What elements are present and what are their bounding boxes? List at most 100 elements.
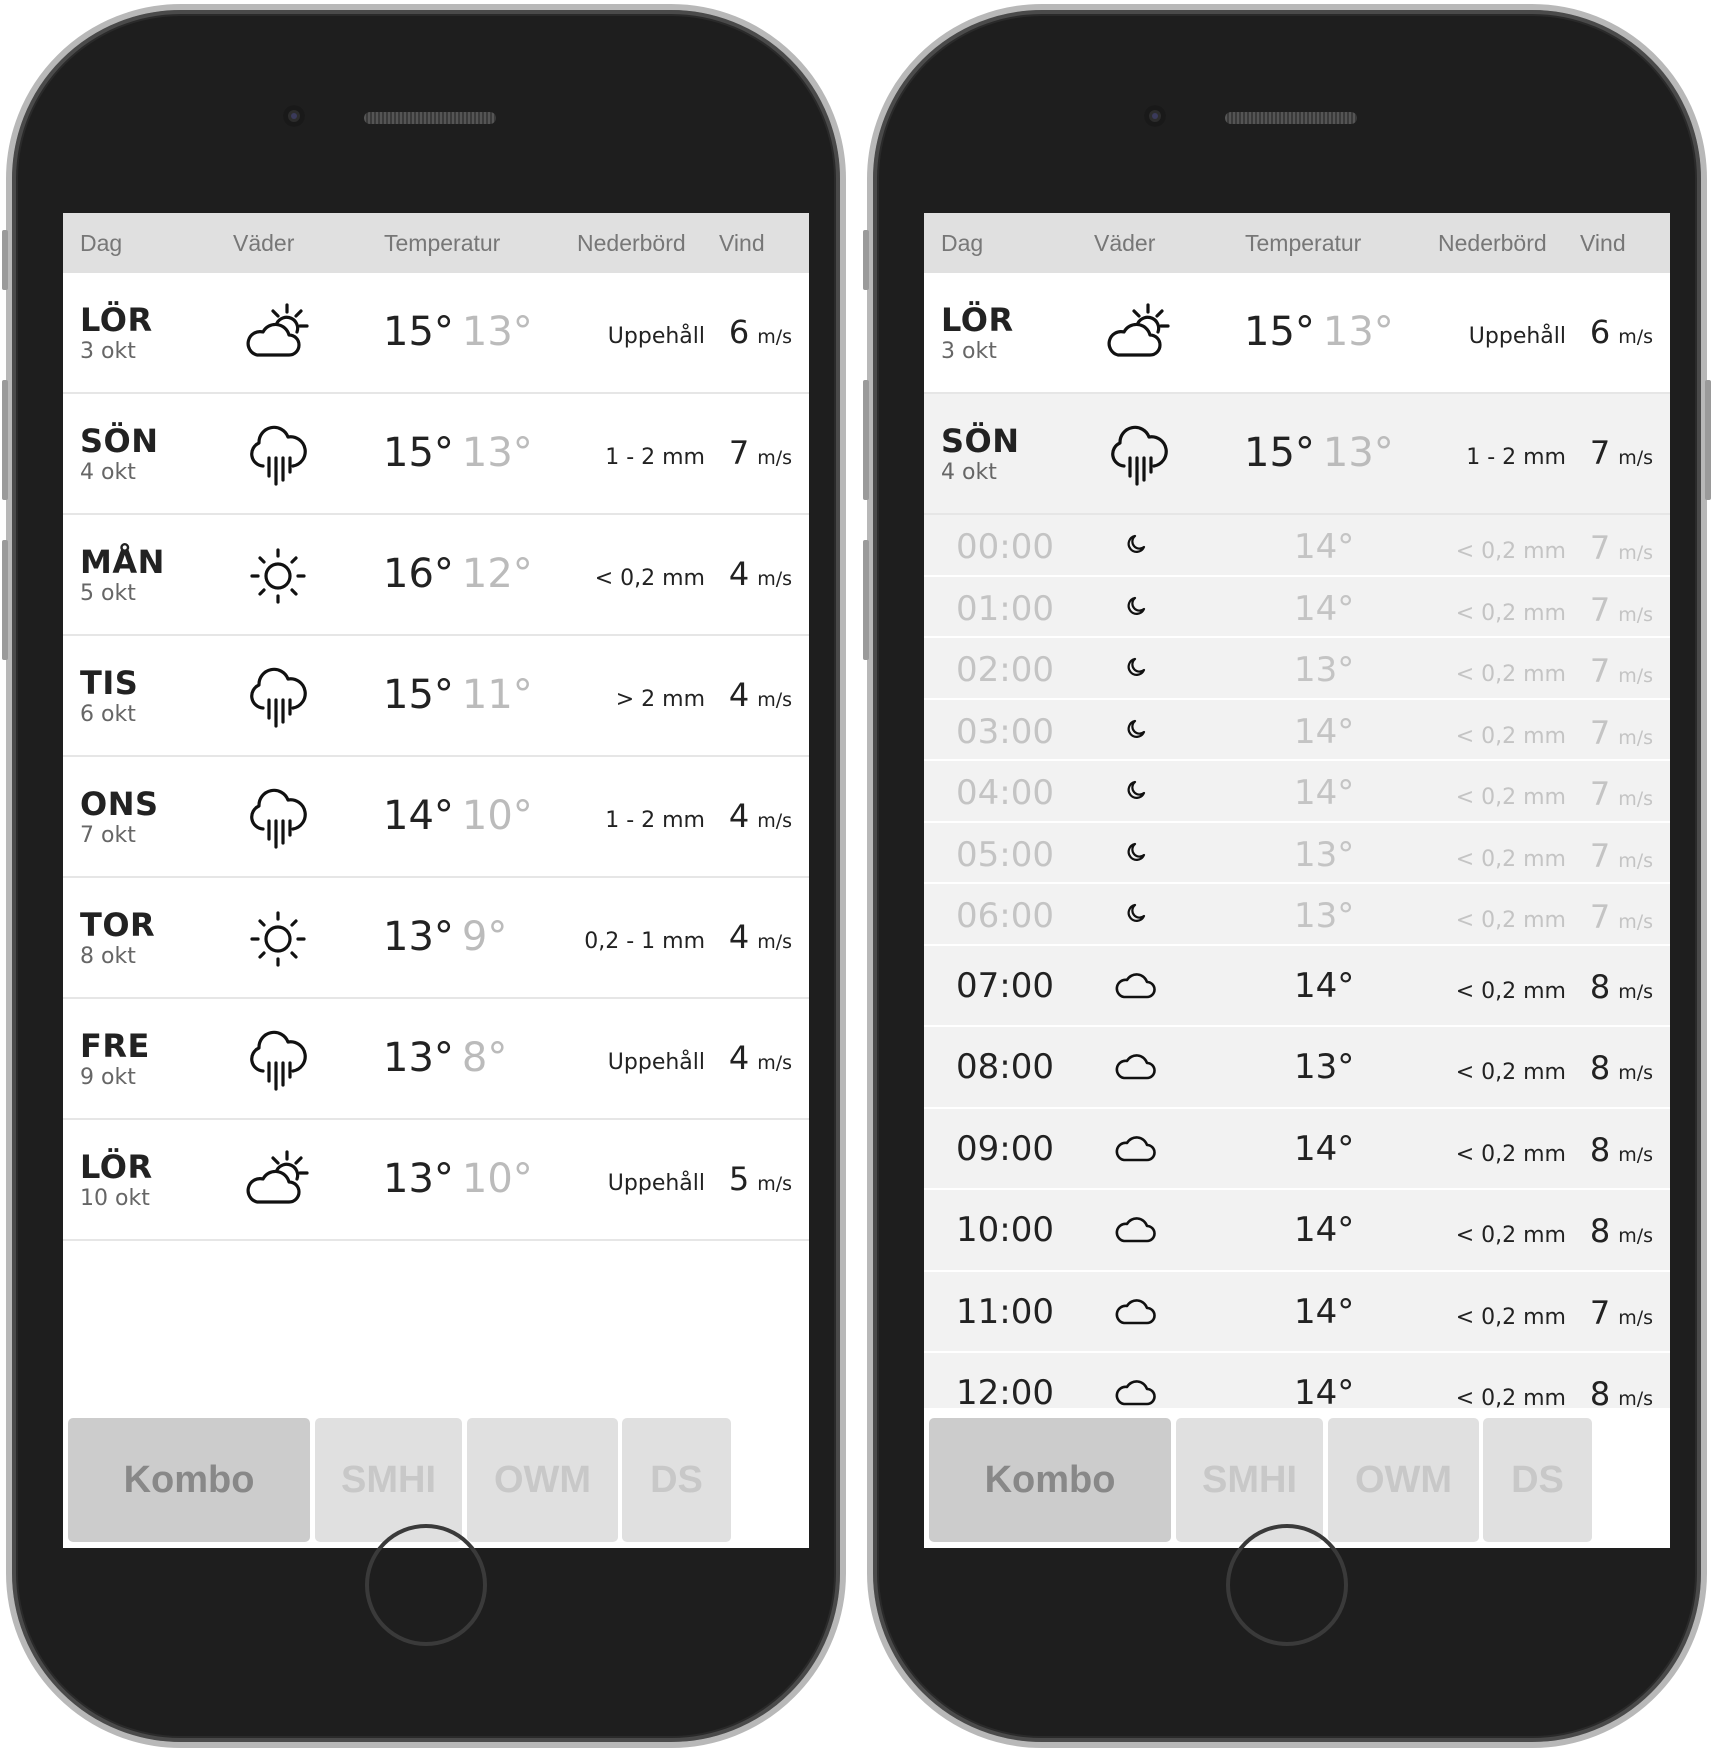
- hour-row: 05:00 13° < 0,2 mm 7 m/s: [924, 822, 1670, 884]
- wind-unit: m/s: [1618, 447, 1653, 469]
- tab-owm[interactable]: OWM: [1328, 1418, 1479, 1542]
- precipitation: 0,2 - 1 mm: [584, 929, 705, 954]
- hour-row: 06:00 13° < 0,2 mm 7 m/s: [924, 884, 1670, 946]
- moon-icon: [1124, 593, 1150, 619]
- temp-low: 10°: [461, 793, 533, 839]
- moon-icon: [1124, 777, 1150, 803]
- wind: 4 m/s: [729, 797, 792, 835]
- precipitation: 1 - 2 mm: [605, 445, 705, 470]
- hour-wind: 7 m/s: [1590, 837, 1653, 875]
- hour-time: 08:00: [956, 1047, 1054, 1087]
- wind-unit: m/s: [1618, 726, 1653, 749]
- hour-time: 00:00: [956, 527, 1054, 567]
- hour-time: 11:00: [956, 1291, 1054, 1332]
- day-row[interactable]: LÖR 3 okt 15° 13° Uppehåll 6 m/s: [924, 273, 1670, 394]
- precipitation: > 2 mm: [615, 687, 705, 712]
- hour-time: 04:00: [956, 773, 1054, 813]
- temperature: 16° 12°: [383, 551, 533, 597]
- temp-high: 15°: [1244, 309, 1315, 355]
- day-name: MÅN: [80, 543, 165, 581]
- precipitation: Uppehåll: [607, 1050, 705, 1075]
- day-list: LÖR 3 okt 15° 13° Uppehåll 6 m/s SÖN 4 okt 15° 13°…: [63, 273, 809, 1408]
- header-vader: Väder: [1094, 230, 1156, 256]
- day-row[interactable]: TOR 8 okt 13° 9° 0,2 - 1 mm 4 m/s: [63, 878, 809, 999]
- wind-speed: 6: [728, 313, 750, 351]
- tab-ds[interactable]: DS: [622, 1418, 731, 1542]
- tab-ds[interactable]: DS: [1483, 1418, 1592, 1542]
- precipitation: < 0,2 mm: [594, 566, 705, 591]
- power-button: [1705, 380, 1711, 500]
- wind-speed: 7: [1589, 1293, 1611, 1332]
- screen: Dag Väder Temperatur Nederbörd Vind LÖR 3…: [63, 213, 809, 1548]
- wind-unit: m/s: [757, 1052, 792, 1074]
- temp-high: 15°: [383, 672, 454, 718]
- hour-precip: < 0,2 mm: [1455, 600, 1566, 626]
- wind-speed: 7: [1589, 434, 1611, 472]
- hour-wind: 7 m/s: [1590, 1294, 1653, 1332]
- temperature: 15° 13°: [1244, 430, 1394, 476]
- day-row[interactable]: ONS 7 okt 14° 10° 1 - 2 mm 4 m/s: [63, 757, 809, 878]
- wind-speed: 6: [1589, 313, 1611, 351]
- tab-smhi[interactable]: SMHI: [1176, 1418, 1323, 1542]
- hour-row: 04:00 14° < 0,2 mm 7 m/s: [924, 761, 1670, 823]
- wind-speed: 4: [728, 555, 750, 593]
- temp-low: 13°: [1322, 430, 1394, 476]
- day-row[interactable]: FRE 9 okt 13° 8° Uppehåll 4 m/s: [63, 999, 809, 1120]
- tab-kombo[interactable]: Kombo: [929, 1418, 1171, 1542]
- temp-high: 14°: [383, 793, 454, 839]
- wind-speed: 4: [728, 676, 750, 714]
- hour-time: 05:00: [956, 834, 1054, 875]
- day-row[interactable]: MÅN 5 okt 16° 12° < 0,2 mm 4 m/s: [63, 515, 809, 636]
- hour-wind: 7 m/s: [1590, 714, 1653, 752]
- hour-temp: 14°: [1294, 773, 1355, 813]
- sun-icon: [243, 541, 313, 611]
- day-date: 3 okt: [941, 339, 997, 364]
- temperature: 13° 9°: [383, 914, 507, 960]
- hour-temp: 13°: [1294, 896, 1355, 936]
- table-header: Dag Väder Temperatur Nederbörd Vind: [924, 213, 1670, 273]
- wind-speed: 7: [728, 434, 750, 472]
- day-date: 3 okt: [80, 339, 136, 364]
- header-vind: Vind: [1580, 230, 1626, 256]
- temp-low: 11°: [461, 672, 533, 718]
- day-row[interactable]: TIS 6 okt 15° 11° > 2 mm 4 m/s: [63, 636, 809, 757]
- moon-icon: [1124, 716, 1150, 742]
- wind-speed: 7: [1589, 529, 1611, 567]
- temperature: 15° 13°: [383, 430, 533, 476]
- wind-unit: m/s: [1618, 1306, 1653, 1329]
- day-row[interactable]: SÖN 4 okt 15° 13° 1 - 2 mm 7 m/s: [924, 394, 1670, 515]
- wind-unit: m/s: [1618, 326, 1653, 348]
- hour-wind: 8 m/s: [1590, 1131, 1653, 1169]
- day-date: 10 okt: [80, 1186, 150, 1211]
- tab-owm[interactable]: OWM: [467, 1418, 618, 1542]
- tab-kombo[interactable]: Kombo: [68, 1418, 310, 1542]
- hour-time: 02:00: [956, 650, 1054, 690]
- wind-speed: 8: [1589, 1212, 1611, 1250]
- hour-row: 01:00 14° < 0,2 mm 7 m/s: [924, 576, 1670, 638]
- hour-row: 07:00 14° < 0,2 mm 8 m/s: [924, 945, 1670, 1027]
- day-date: 9 okt: [80, 1065, 136, 1090]
- wind-unit: m/s: [757, 326, 792, 348]
- day-row[interactable]: LÖR 10 okt 13° 10° Uppehåll 5 m/s: [63, 1120, 809, 1241]
- hour-row: 00:00 14° < 0,2 mm 7 m/s: [924, 515, 1670, 577]
- hour-temp: 14°: [1294, 1291, 1355, 1332]
- hour-temp: 14°: [1294, 1210, 1355, 1250]
- wind-unit: m/s: [1618, 849, 1653, 872]
- volume-up-button: [2, 380, 8, 500]
- wind-unit: m/s: [1618, 1062, 1653, 1084]
- moon-icon: [1124, 654, 1150, 680]
- header-nederbord: Nederbörd: [577, 230, 686, 256]
- wind-unit: m/s: [1618, 911, 1653, 933]
- header-dag: Dag: [80, 230, 123, 256]
- day-row[interactable]: LÖR 3 okt 15° 13° Uppehåll 6 m/s: [63, 273, 809, 394]
- wind-speed: 7: [1589, 898, 1611, 936]
- tab-smhi[interactable]: SMHI: [315, 1418, 462, 1542]
- hour-time: 12:00: [956, 1373, 1054, 1408]
- wind: 6 m/s: [1590, 313, 1653, 351]
- hour-precip: < 0,2 mm: [1455, 908, 1566, 933]
- wind: 4 m/s: [729, 918, 792, 956]
- wind-speed: 7: [1589, 652, 1611, 690]
- day-row[interactable]: SÖN 4 okt 15° 13° 1 - 2 mm 7 m/s: [63, 394, 809, 515]
- precipitation: 1 - 2 mm: [1466, 445, 1566, 470]
- temperature: 13° 8°: [383, 1035, 507, 1081]
